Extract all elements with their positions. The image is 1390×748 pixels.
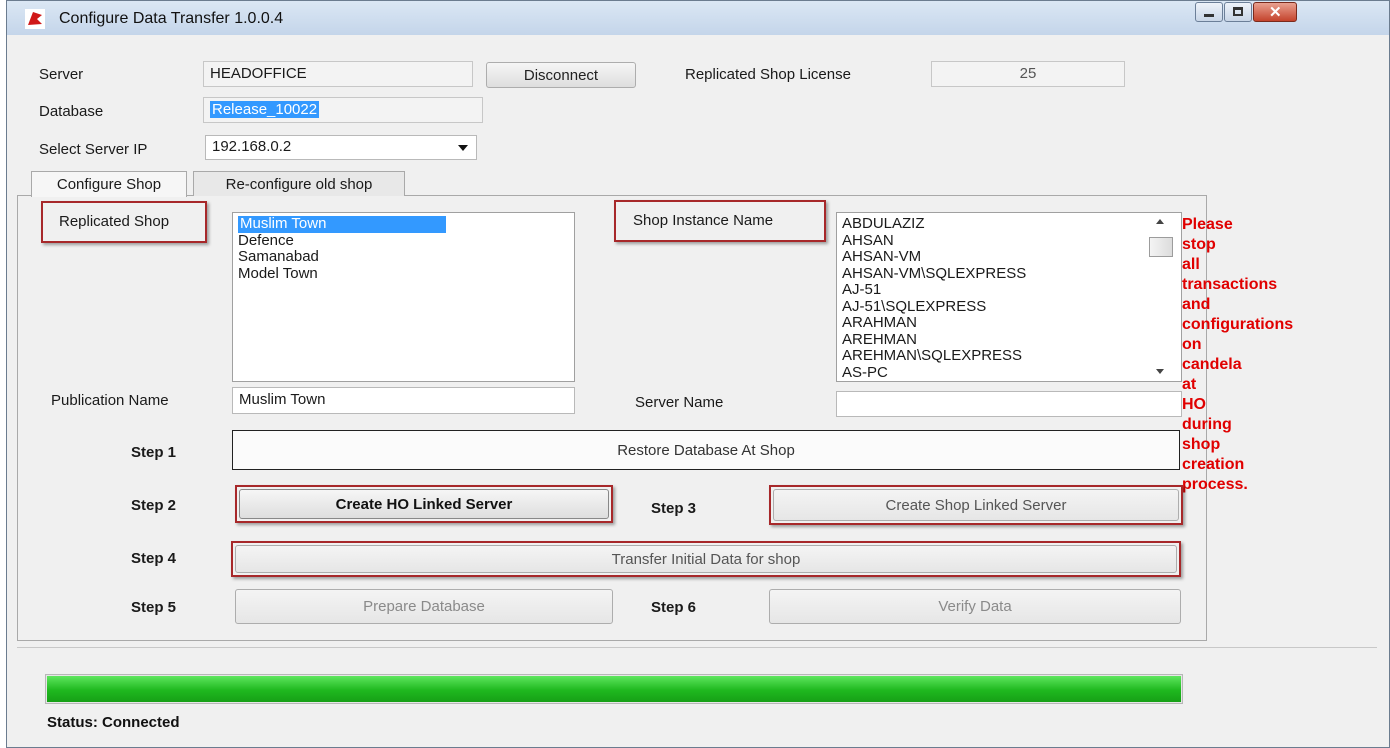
server-field[interactable]: HEADOFFICE bbox=[203, 61, 473, 87]
maximize-button[interactable] bbox=[1224, 2, 1252, 22]
instance-name-label: Shop Instance Name bbox=[633, 212, 774, 229]
list-item[interactable]: AHSAN-VM bbox=[837, 248, 1181, 266]
server-ip-label: Select Server IP bbox=[39, 141, 148, 158]
step2-highlight: Create HO Linked Server bbox=[235, 485, 613, 523]
title-bar[interactable]: Configure Data Transfer 1.0.0.4 ✕ bbox=[7, 1, 1389, 35]
server-name-label: Server Name bbox=[635, 394, 724, 411]
license-label: Replicated Shop License bbox=[685, 66, 851, 83]
list-item[interactable]: AJ-51 bbox=[837, 281, 1181, 299]
server-name-field[interactable] bbox=[836, 391, 1182, 417]
list-item[interactable]: Samanabad bbox=[233, 248, 574, 266]
list-item[interactable]: AHSAN bbox=[837, 232, 1181, 250]
step3-highlight: Create Shop Linked Server bbox=[769, 485, 1183, 525]
scrollbar[interactable] bbox=[1147, 215, 1179, 379]
transfer-initial-data-button[interactable]: Transfer Initial Data for shop bbox=[235, 545, 1177, 573]
main-window: Configure Data Transfer 1.0.0.4 ✕ Server… bbox=[6, 0, 1390, 748]
server-label: Server bbox=[39, 66, 84, 83]
instance-list[interactable]: ABDULAZIZ AHSAN AHSAN-VM AHSAN-VM\SQLEXP… bbox=[836, 212, 1182, 382]
step4-highlight: Transfer Initial Data for shop bbox=[231, 541, 1181, 577]
warning-line: during bbox=[1182, 416, 1232, 433]
warning-line: Please bbox=[1182, 216, 1233, 233]
warning-text: Please stop all transactions and configu… bbox=[1182, 215, 1293, 495]
warning-line: and bbox=[1182, 296, 1211, 313]
list-item[interactable]: ABDULAZIZ bbox=[837, 215, 1181, 233]
scroll-down-icon[interactable] bbox=[1156, 369, 1164, 374]
window-title: Configure Data Transfer 1.0.0.4 bbox=[59, 10, 284, 27]
list-item[interactable]: AREHMAN\SQLEXPRESS bbox=[837, 347, 1181, 365]
list-item[interactable]: Model Town bbox=[233, 265, 574, 283]
app-icon bbox=[25, 9, 45, 29]
publication-name-field[interactable]: Muslim Town bbox=[232, 387, 575, 414]
publication-name-label: Publication Name bbox=[51, 392, 169, 409]
list-item-selected[interactable]: Muslim Town bbox=[238, 215, 447, 233]
list-item[interactable]: Defence bbox=[233, 232, 574, 250]
database-field[interactable]: Release_10022 bbox=[203, 97, 483, 123]
progress-bar bbox=[45, 674, 1183, 704]
warning-line: transactions bbox=[1182, 276, 1278, 293]
list-item[interactable]: ARAHMAN bbox=[837, 314, 1181, 332]
warning-line: on bbox=[1182, 336, 1202, 353]
license-field[interactable]: 25 bbox=[931, 61, 1125, 87]
server-ip-select[interactable]: 192.168.0.2 bbox=[205, 135, 477, 160]
scroll-thumb[interactable] bbox=[1149, 237, 1173, 257]
status-text: Status: Connected bbox=[47, 714, 180, 731]
warning-line: all bbox=[1182, 256, 1200, 273]
create-shop-linked-server-button[interactable]: Create Shop Linked Server bbox=[773, 489, 1179, 521]
warning-line: process. bbox=[1182, 476, 1248, 493]
list-item[interactable]: AJ-51\SQLEXPRESS bbox=[837, 298, 1181, 316]
warning-line: shop bbox=[1182, 436, 1221, 453]
minimize-button[interactable] bbox=[1195, 2, 1223, 22]
tab-configure-shop[interactable]: Configure Shop bbox=[31, 171, 187, 197]
warning-line: stop bbox=[1182, 236, 1216, 253]
replicated-shop-list[interactable]: Muslim Town Defence Samanabad Model Town bbox=[232, 212, 575, 382]
disconnect-button[interactable]: Disconnect bbox=[486, 62, 636, 88]
warning-line: configurations bbox=[1182, 316, 1294, 333]
close-icon: ✕ bbox=[1269, 4, 1282, 21]
database-value: Release_10022 bbox=[210, 101, 320, 118]
replicated-shop-label: Replicated Shop bbox=[59, 213, 170, 230]
server-ip-value: 192.168.0.2 bbox=[212, 138, 292, 155]
step5-label: Step 5 bbox=[131, 599, 177, 616]
restore-database-button[interactable]: Restore Database At Shop bbox=[232, 430, 1180, 470]
chevron-down-icon[interactable] bbox=[458, 145, 468, 151]
warning-line: at bbox=[1182, 376, 1197, 393]
list-item[interactable]: AS-PC bbox=[837, 364, 1181, 382]
progress-fill bbox=[47, 676, 1181, 702]
warning-line: HO bbox=[1182, 396, 1206, 413]
minimize-icon bbox=[1204, 14, 1214, 17]
list-item[interactable]: AHSAN-VM\SQLEXPRESS bbox=[837, 265, 1181, 283]
step1-label: Step 1 bbox=[131, 444, 177, 461]
replicated-shop-highlight: Replicated Shop bbox=[41, 201, 207, 243]
separator bbox=[17, 647, 1377, 648]
list-item[interactable]: Muslim Town bbox=[233, 215, 574, 233]
verify-data-button[interactable]: Verify Data bbox=[769, 589, 1181, 624]
scroll-up-icon[interactable] bbox=[1156, 219, 1164, 224]
create-ho-linked-server-button[interactable]: Create HO Linked Server bbox=[239, 489, 609, 519]
warning-line: candela bbox=[1182, 356, 1242, 373]
instance-name-highlight: Shop Instance Name bbox=[614, 200, 826, 242]
close-button[interactable]: ✕ bbox=[1253, 2, 1297, 22]
list-item[interactable]: AREHMAN bbox=[837, 331, 1181, 349]
warning-line: creation bbox=[1182, 456, 1245, 473]
tab-reconfigure-old-shop[interactable]: Re-configure old shop bbox=[193, 171, 405, 196]
step6-label: Step 6 bbox=[651, 599, 697, 616]
step3-label: Step 3 bbox=[651, 500, 697, 517]
step2-label: Step 2 bbox=[131, 497, 177, 514]
database-label: Database bbox=[39, 103, 104, 120]
step4-label: Step 4 bbox=[131, 550, 177, 567]
prepare-database-button[interactable]: Prepare Database bbox=[235, 589, 613, 624]
maximize-icon bbox=[1233, 7, 1243, 16]
